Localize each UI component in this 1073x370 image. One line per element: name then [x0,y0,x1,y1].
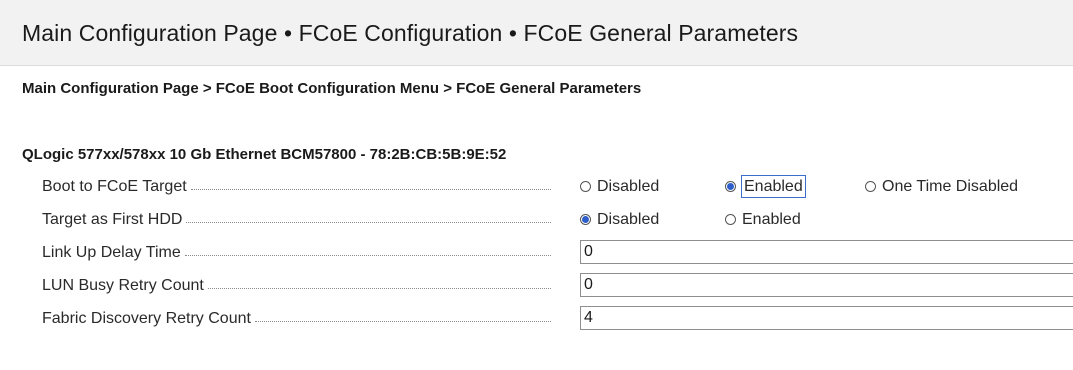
setting-label-cell: Link Up Delay Time [42,236,551,269]
radio-icon [580,181,591,192]
setting-label-cell: Boot to FCoE Target [42,170,551,203]
radio-label: One Time Disabled [882,178,1019,195]
target-as-first-hdd-enabled-radio[interactable]: Enabled [725,208,802,231]
boot-to-fcoe-target-one-time-disabled-radio[interactable]: One Time Disabled [865,175,1019,198]
setting-row-fabric-discovery-retry-count: Fabric Discovery Retry Count 4 [0,302,1073,335]
page-title: Main Configuration Page • FCoE Configura… [22,20,799,46]
setting-label-cell: LUN Busy Retry Count [42,269,551,302]
boot-to-fcoe-target-enabled-radio[interactable]: Enabled [725,175,806,198]
setting-label: Target as First HDD [42,210,183,228]
lun-busy-retry-count-input[interactable]: 0 [580,273,1073,297]
setting-label-cell: Fabric Discovery Retry Count [42,302,551,335]
fcoe-general-parameters-page: Main Configuration Page • FCoE Configura… [0,0,1073,370]
radio-icon [725,214,736,225]
setting-row-target-as-first-hdd: Target as First HDD Disabled Enabled [0,203,1073,236]
settings-list: Boot to FCoE Target Disabled Enabled One… [0,170,1073,335]
dotted-leader [254,321,551,322]
setting-row-boot-to-fcoe-target: Boot to FCoE Target Disabled Enabled One… [0,170,1073,203]
setting-row-link-up-delay-time: Link Up Delay Time 0 [0,236,1073,269]
fabric-discovery-retry-count-input[interactable]: 4 [580,306,1073,330]
link-up-delay-time-input[interactable]: 0 [580,240,1073,264]
device-title: QLogic 577xx/578xx 10 Gb Ethernet BCM578… [22,146,507,163]
page-header: Main Configuration Page • FCoE Configura… [0,0,1073,66]
setting-label: Boot to FCoE Target [42,177,187,195]
radio-icon [865,181,876,192]
radio-label: Disabled [597,211,660,228]
setting-row-lun-busy-retry-count: LUN Busy Retry Count 0 [0,269,1073,302]
radio-selected-icon [725,181,736,192]
target-as-first-hdd-disabled-radio[interactable]: Disabled [580,208,660,231]
setting-label: LUN Busy Retry Count [42,276,204,294]
dotted-leader [207,288,551,289]
breadcrumb: Main Configuration Page > FCoE Boot Conf… [22,80,642,97]
dotted-leader [186,222,551,223]
radio-selected-icon [580,214,591,225]
radio-label: Enabled [741,175,806,198]
radio-label: Disabled [597,178,660,195]
setting-label-cell: Target as First HDD [42,203,551,236]
setting-label: Fabric Discovery Retry Count [42,309,251,327]
dotted-leader [190,189,551,190]
boot-to-fcoe-target-disabled-radio[interactable]: Disabled [580,175,660,198]
setting-label: Link Up Delay Time [42,243,181,261]
radio-label: Enabled [742,211,801,228]
dotted-leader [184,255,551,256]
